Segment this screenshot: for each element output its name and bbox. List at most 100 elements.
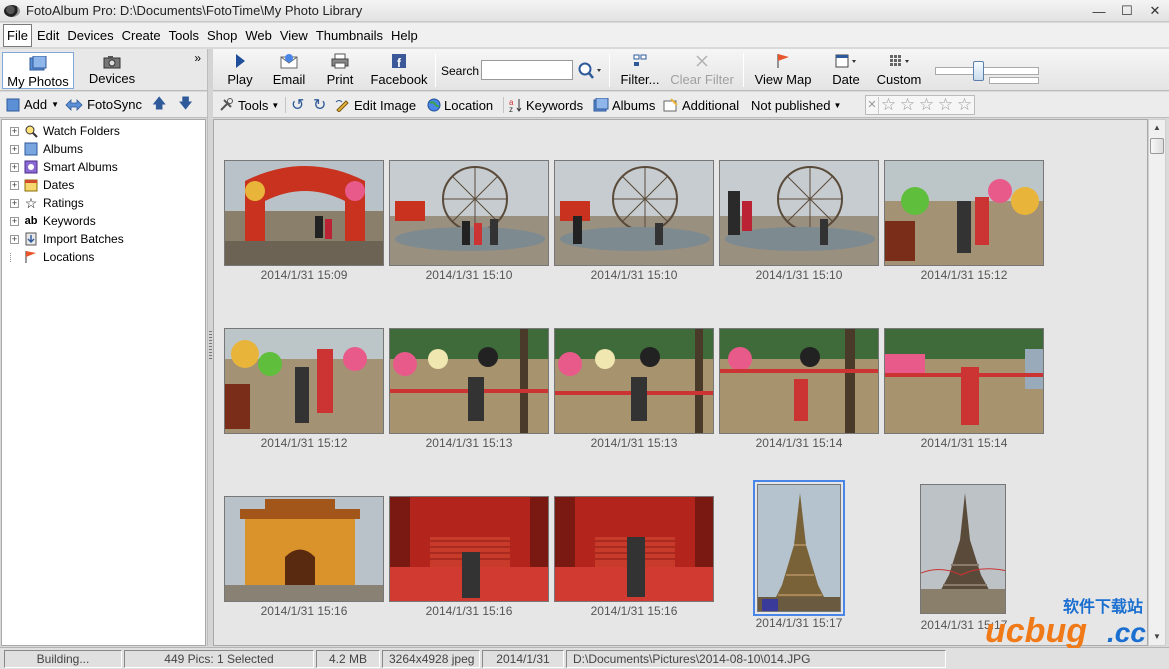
photo-date: 2014/1/31 15:16 [425, 604, 513, 618]
collapse-panel-icon[interactable]: » [194, 51, 201, 65]
menu-edit[interactable]: Edit [34, 25, 62, 46]
play-button[interactable]: Play [225, 51, 255, 89]
rating-star-icon[interactable]: ☆ [917, 96, 936, 114]
thumbnail-size-slider[interactable] [935, 61, 1039, 84]
keywords-icon: az [509, 98, 522, 113]
move-down-icon[interactable]: 🡇 [178, 93, 192, 117]
menu-devices[interactable]: Devices [64, 25, 116, 46]
rating-star-icon[interactable]: ☆ [955, 96, 974, 114]
custom-sort-button[interactable]: Custom [875, 51, 923, 89]
tree-item-locations[interactable]: Locations [2, 248, 205, 266]
clear-filter-button[interactable]: Clear Filter [669, 51, 735, 89]
menu-thumbnails[interactable]: Thumbnails [313, 25, 386, 46]
edit-image-icon [335, 100, 349, 112]
scroll-thumb[interactable] [1150, 138, 1164, 154]
edit-image-button[interactable]: Edit Image [335, 96, 416, 114]
photo-image [389, 328, 549, 434]
menu-shop[interactable]: Shop [204, 25, 240, 46]
tree-item-keywords[interactable]: + ab Keywords [2, 212, 205, 230]
photo-date: 2014/1/31 15:16 [590, 604, 678, 618]
date-sort-button[interactable]: Date [829, 51, 863, 89]
photo-date: 2014/1/31 15:13 [425, 436, 513, 450]
expand-icon[interactable]: + [10, 126, 19, 136]
expand-icon[interactable]: + [10, 234, 19, 244]
magnifier-icon [23, 124, 39, 138]
rating-star-icon[interactable]: ☆ [898, 96, 917, 114]
expand-icon[interactable]: + [10, 144, 19, 154]
star-icon: ☆ [24, 194, 38, 211]
additional-info-icon [663, 98, 678, 112]
site-watermark-logo: 软件下载站 ucbug .cc [985, 597, 1146, 648]
menu-web[interactable]: Web [242, 25, 275, 46]
keywords-button[interactable]: az Keywords [509, 96, 583, 114]
albums-button[interactable]: Albums [593, 96, 655, 114]
menu-view[interactable]: View [277, 25, 311, 46]
tab-my-photos[interactable]: My Photos [2, 52, 74, 89]
photo-image [224, 496, 384, 602]
search-input[interactable] [481, 60, 573, 80]
add-dropdown-icon[interactable]: ▼ [51, 100, 59, 109]
minimize-icon[interactable]: — [1085, 0, 1113, 22]
tools-dropdown[interactable]: Tools ▼ [219, 96, 279, 114]
tab-devices[interactable]: Devices [76, 52, 148, 89]
clear-filter-icon [696, 55, 708, 67]
vertical-scrollbar[interactable]: ▲ ▼ [1148, 119, 1166, 646]
rating-star-icon[interactable]: ☆ [936, 96, 955, 114]
facebook-button[interactable]: f Facebook [369, 51, 429, 89]
clear-rating-icon[interactable]: ✕ [866, 96, 879, 114]
move-up-icon[interactable]: 🡅 [152, 93, 166, 117]
tree-item-albums[interactable]: + Albums [2, 140, 205, 158]
maximize-icon[interactable]: ☐ [1113, 0, 1141, 22]
sub-toolbar: Tools ▼ ↺ ↻ Edit Image Location az Keywo… [213, 92, 1169, 118]
flag-icon [23, 250, 39, 264]
publish-status-dropdown[interactable]: Not published ▼ [751, 96, 841, 114]
tree-label: Import Batches [43, 232, 124, 246]
photo-image [554, 160, 714, 266]
menu-file[interactable]: File [3, 23, 32, 47]
fotosync-button[interactable]: FotoSync [87, 97, 142, 112]
add-button[interactable]: Add [24, 97, 47, 112]
tree-label: Locations [43, 250, 95, 264]
print-button[interactable]: Print [323, 51, 357, 89]
calendar-icon [23, 178, 39, 192]
status-progress: Building... [4, 649, 122, 668]
menu-help[interactable]: Help [388, 25, 421, 46]
photo-date: 2014/1/31 15:14 [755, 436, 843, 450]
photo-date: 2014/1/31 15:12 [920, 268, 1008, 282]
filter-button[interactable]: Filter... [618, 51, 662, 89]
photo-image [389, 160, 549, 266]
search-icon[interactable] [577, 61, 603, 81]
email-button[interactable]: Email [271, 51, 307, 89]
photo-date: 2014/1/31 15:16 [260, 604, 348, 618]
title-bar: FotoAlbum Pro: D:\Documents\FotoTime\My … [0, 0, 1169, 22]
tree-item-import-batches[interactable]: + Import Batches [2, 230, 205, 248]
status-bar: Building... 449 Pics: 1 Selected 4.2 MB … [0, 647, 1169, 669]
rating-star-icon[interactable]: ☆ [879, 96, 898, 114]
rotate-right-icon[interactable]: ↻ [313, 96, 326, 114]
menu-tools[interactable]: Tools [166, 25, 202, 46]
photo-image [224, 328, 384, 434]
tree-item-smart-albums[interactable]: + Smart Albums [2, 158, 205, 176]
expand-icon[interactable]: + [10, 180, 19, 190]
tools-icon [220, 98, 233, 111]
rating-control[interactable]: ✕ ☆ ☆ ☆ ☆ ☆ [865, 95, 975, 115]
close-icon[interactable]: ✕ [1141, 0, 1169, 22]
menu-create[interactable]: Create [119, 25, 164, 46]
dropdown-arrow-icon: ▼ [833, 100, 842, 110]
expand-icon[interactable]: + [10, 162, 19, 172]
main-toolbar: Play Email Print f Facebook Search Filte… [213, 49, 1169, 91]
rotate-left-icon[interactable]: ↺ [291, 96, 304, 114]
expand-icon[interactable]: + [10, 216, 19, 226]
tree-item-watch-folders[interactable]: + Watch Folders [2, 122, 205, 140]
view-map-button[interactable]: View Map [753, 51, 813, 89]
location-button[interactable]: Location [427, 96, 493, 114]
additional-button[interactable]: Additional [663, 96, 739, 114]
status-path: D:\Documents\Pictures\2014-08-10\014.JPG [566, 649, 946, 668]
tree-item-dates[interactable]: + Dates [2, 176, 205, 194]
scroll-up-icon[interactable]: ▲ [1149, 120, 1165, 136]
photo-date: 2014/1/31 15:10 [755, 268, 843, 282]
slider-thumb[interactable] [973, 61, 984, 81]
fotosync-icon [65, 98, 83, 111]
expand-icon[interactable]: + [10, 198, 19, 208]
tree-item-ratings[interactable]: + ☆ Ratings [2, 194, 205, 212]
